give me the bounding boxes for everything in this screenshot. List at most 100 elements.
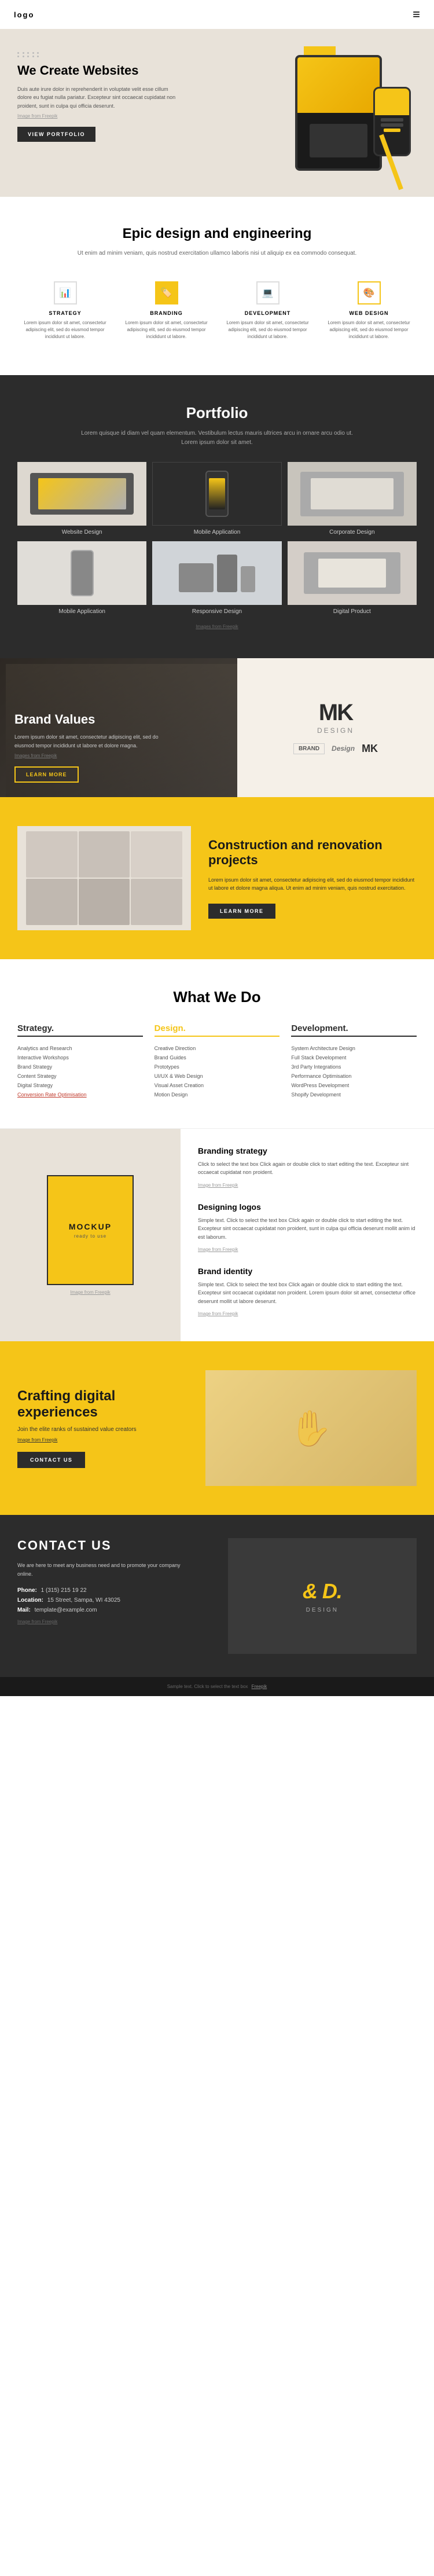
features-grid: 📊 STRATEGY Lorem ipsum dolor sit amet, c… [17, 276, 417, 346]
strategy-item-6[interactable]: Conversion Rate Optimisation [17, 1090, 143, 1099]
brand-values-section: Brand Values Lorem ipsum dolor sit amet,… [0, 658, 434, 797]
strategy-desc: Lorem ipsum dolor sit amet, consectetur … [23, 320, 107, 340]
service-logos-desc: Simple text. Click to select the text bo… [198, 1216, 417, 1241]
construction-image [17, 826, 191, 930]
epic-title: Epic design and engineering [17, 226, 417, 242]
dev-item-4: Performance Optimisation [291, 1072, 417, 1081]
strategy-label: STRATEGY [23, 310, 107, 316]
design-item-5: Visual Asset Creation [155, 1081, 280, 1090]
footer-text: Sample text. Click to select the text bo… [17, 1684, 417, 1689]
construction-cta[interactable]: LEARN MORE [208, 904, 275, 919]
service-branding-desc: Click to select the text box Click again… [198, 1160, 417, 1177]
mockup-label: MOCKUP [69, 1222, 112, 1231]
services-mockup-source: Image from Freepik [70, 1290, 110, 1295]
crafting-title: Crafting digital experiences [17, 1388, 194, 1421]
what-col-dev: Development. System Architecture Design … [291, 1023, 417, 1099]
design-item-6: Motion Design [155, 1090, 280, 1099]
what-col-strategy: Strategy. Analytics and Research Interac… [17, 1023, 143, 1099]
brand-item-2: Design [332, 744, 355, 753]
portfolio-label-5: Responsive Design [152, 605, 281, 618]
portfolio-label-2: Mobile Application [152, 526, 281, 539]
development-label: DEVELOPMENT [226, 310, 310, 316]
branding-desc: Lorem ipsum dolor sit amet, consectetur … [124, 320, 208, 340]
contact-section: CONTACT US We are here to meet any busin… [0, 1515, 434, 1677]
strategy-item-2: Interactive Workshops [17, 1053, 143, 1062]
strategy-icon: 📊 [54, 281, 77, 304]
dev-item-2: Full Stack Development [291, 1053, 417, 1062]
portfolio-source: Images from Freepik [17, 624, 417, 629]
navbar: logo ≡ [0, 0, 434, 29]
contact-brand-display: & D. DESIGN [303, 1579, 342, 1613]
contact-phone-label: Phone: [17, 1587, 37, 1594]
contact-mail-label: Mail: [17, 1607, 31, 1613]
mockup-box: MOCKUP ready to use [47, 1175, 134, 1285]
webdesign-icon: 🎨 [358, 281, 381, 304]
contact-info-col: CONTACT US We are here to meet any busin… [17, 1538, 216, 1654]
strategy-col-title: Strategy. [17, 1023, 143, 1037]
crafting-cta[interactable]: CONTACT US [17, 1452, 85, 1468]
strategy-item-5: Digital Strategy [17, 1081, 143, 1090]
what-col-design: Design. Creative Direction Brand Guides … [155, 1023, 280, 1099]
portfolio-label-4: Mobile Application [17, 605, 146, 618]
crafting-image: ✋ [205, 1370, 417, 1486]
brand-values-cta[interactable]: LEARN MORE [14, 766, 79, 783]
contact-location-label: Location: [17, 1597, 43, 1603]
portfolio-subtitle: Lorem quisque id diam vel quam elementum… [72, 429, 362, 447]
development-icon: 💻 [256, 281, 279, 304]
portfolio-row-2: Mobile Application Responsive Design Dig… [17, 541, 417, 618]
portfolio-item-4[interactable]: Mobile Application [17, 541, 146, 618]
contact-brand-text: & D. [303, 1579, 342, 1603]
contact-source: Image from Freepik [17, 1619, 216, 1624]
what-we-do-title: What We Do [17, 988, 417, 1006]
hero-description: Duis aute irure dolor in reprehenderit i… [17, 85, 179, 110]
webdesign-desc: Lorem ipsum dolor sit amet, consectetur … [327, 320, 411, 340]
services-left: MOCKUP ready to use Image from Freepik [0, 1129, 181, 1341]
brand-item-1: BRAND [293, 743, 325, 754]
construction-description: Lorem ipsum dolor sit amet, consectetur … [208, 876, 417, 893]
portfolio-label-1: Website Design [17, 526, 146, 539]
construction-content: Construction and renovation projects Lor… [208, 838, 417, 919]
hero-tablet [295, 55, 382, 171]
contact-mail: Mail: template@example.com [17, 1607, 216, 1613]
branding-label: BRANDING [124, 310, 208, 316]
development-desc: Lorem ipsum dolor sit amet, consectetur … [226, 320, 310, 340]
service-logos-source: Image from Freepik [198, 1247, 238, 1252]
contact-phone-value: 1 (315) 215 19 22 [41, 1587, 87, 1594]
dev-item-5: WordPress Development [291, 1081, 417, 1090]
feature-branding: 🏷️ BRANDING Lorem ipsum dolor sit amet, … [119, 276, 214, 346]
service-item-logos: Designing logos Simple text. Click to se… [198, 1202, 417, 1254]
contact-brand-col: & D. DESIGN [228, 1538, 417, 1654]
brand-values-content: Brand Values Lorem ipsum dolor sit amet,… [14, 712, 223, 783]
portfolio-item-5[interactable]: Responsive Design [152, 541, 281, 618]
what-grid: Strategy. Analytics and Research Interac… [17, 1023, 417, 1099]
webdesign-label: WEB DESIGN [327, 310, 411, 316]
design-item-2: Brand Guides [155, 1053, 280, 1062]
portfolio-label-3: Corporate Design [288, 526, 417, 539]
hero-dot-grid [17, 52, 41, 57]
portfolio-row-1: Website Design Mobile Application Corpor… [17, 462, 417, 539]
contact-mail-value: template@example.com [35, 1607, 97, 1613]
footer: Sample text. Click to select the text bo… [0, 1677, 434, 1696]
portfolio-item-2[interactable]: Mobile Application [152, 462, 281, 539]
portfolio-item-6[interactable]: Digital Product [288, 541, 417, 618]
brand-values-right: MK Design BRAND Design MK [237, 658, 434, 797]
brand-item-3: MK [362, 743, 378, 755]
design-col-title: Design. [155, 1023, 280, 1037]
brand-values-source: Images from Freepik [14, 753, 223, 758]
contact-title: CONTACT US [17, 1538, 216, 1553]
services-section: MOCKUP ready to use Image from Freepik B… [0, 1128, 434, 1341]
service-identity-source: Image from Freepik [198, 1311, 238, 1316]
brand-logo-sub: Design [293, 726, 378, 735]
contact-phone: Phone: 1 (315) 215 19 22 [17, 1587, 216, 1594]
contact-brand-sub: DESIGN [303, 1607, 342, 1613]
dev-item-6: Shopify Development [291, 1090, 417, 1099]
portfolio-item-3[interactable]: Corporate Design [288, 462, 417, 539]
feature-development: 💻 DEVELOPMENT Lorem ipsum dolor sit amet… [220, 276, 315, 346]
dev-col-title: Development. [291, 1023, 417, 1037]
nav-menu-icon[interactable]: ≡ [413, 7, 420, 22]
footer-link[interactable]: Freepik [252, 1684, 267, 1689]
hero-content: We Create Websites Duis aute irure dolor… [17, 46, 194, 197]
nav-logo[interactable]: logo [14, 10, 34, 19]
portfolio-item-1[interactable]: Website Design [17, 462, 146, 539]
hero-cta-button[interactable]: VIEW PORTFOLIO [17, 127, 95, 142]
